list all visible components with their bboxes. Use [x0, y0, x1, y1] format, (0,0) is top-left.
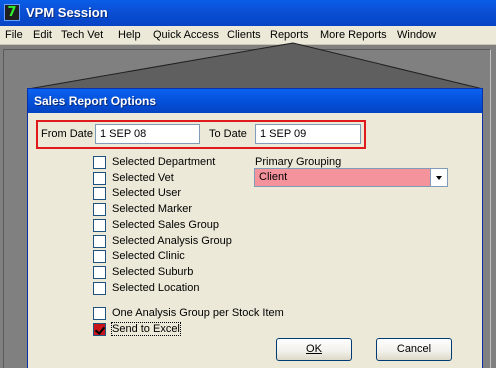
menu-help[interactable]: Help [118, 29, 141, 41]
menu-quick-access[interactable]: Quick Access [153, 29, 219, 41]
option-checkbox-row[interactable]: Selected Marker [93, 203, 243, 217]
dialog-body: From Date 1 SEP 08 To Date 1 SEP 09 Sele… [31, 113, 479, 368]
menu-clients[interactable]: Clients [227, 29, 261, 41]
send-to-excel-checkbox-row[interactable]: Send to Excel [93, 322, 233, 337]
option-checkbox-row[interactable]: Selected User [93, 187, 243, 201]
option-checkbox-row[interactable]: Selected Sales Group [93, 219, 243, 233]
option-checkbox-row[interactable]: Selected Suburb [93, 266, 243, 280]
option-label: Selected User [112, 187, 182, 199]
one-analysis-label: One Analysis Group per Stock Item [112, 307, 284, 319]
ok-label: OK [306, 343, 322, 355]
option-checkbox[interactable] [93, 250, 106, 263]
app-icon: 7 [4, 4, 20, 21]
chevron-down-icon [436, 175, 442, 180]
primary-grouping-label: Primary Grouping [255, 156, 342, 168]
menu-more-reports[interactable]: More Reports [320, 29, 387, 41]
option-checkbox[interactable] [93, 266, 106, 279]
dropdown-button[interactable] [430, 169, 447, 186]
cancel-button[interactable]: Cancel [376, 338, 452, 361]
ok-button[interactable]: OK [276, 338, 352, 361]
menu-reports[interactable]: Reports [270, 29, 309, 41]
option-checkbox[interactable] [93, 282, 106, 295]
option-label: Selected Marker [112, 203, 193, 215]
option-checkbox[interactable] [93, 235, 106, 248]
send-to-excel-label: Send to Excel [111, 322, 181, 336]
primary-grouping-select[interactable]: Client [254, 168, 448, 187]
option-checkbox-row[interactable]: Selected Department [93, 156, 243, 170]
send-to-excel-checkbox[interactable] [93, 323, 106, 336]
option-checkbox-row[interactable]: Selected Vet [93, 172, 243, 186]
option-label: Selected Suburb [112, 266, 194, 278]
option-label: Selected Clinic [112, 250, 185, 262]
option-label: Selected Department [112, 156, 216, 168]
to-date-input[interactable]: 1 SEP 09 [255, 124, 361, 144]
one-analysis-checkbox[interactable] [93, 307, 106, 320]
option-label: Selected Sales Group [112, 219, 220, 231]
menu-file[interactable]: File [5, 29, 23, 41]
option-label: Selected Location [112, 282, 200, 294]
app-titlebar: 7 VPM Session [0, 0, 496, 26]
from-date-input[interactable]: 1 SEP 08 [95, 124, 200, 144]
menu-tech-vet[interactable]: Tech Vet [61, 29, 103, 41]
option-checkbox[interactable] [93, 156, 106, 169]
option-label: Selected Analysis Group [112, 235, 232, 247]
option-checkbox-row[interactable]: Selected Clinic [93, 250, 243, 264]
option-checkbox[interactable] [93, 187, 106, 200]
option-checkbox[interactable] [93, 203, 106, 216]
from-date-label: From Date [41, 128, 93, 140]
sales-report-options-dialog: Sales Report Options From Date 1 SEP 08 … [27, 88, 483, 368]
primary-grouping-value: Client [259, 171, 288, 183]
dialog-titlebar: Sales Report Options [28, 89, 482, 113]
option-checkbox-row[interactable]: Selected Analysis Group [93, 235, 243, 249]
menu-window[interactable]: Window [397, 29, 436, 41]
app-title: VPM Session [26, 5, 108, 20]
menubar: File Edit Tech Vet Help Quick Access Cli… [0, 26, 496, 45]
option-checkbox[interactable] [93, 172, 106, 185]
menu-edit[interactable]: Edit [33, 29, 52, 41]
option-checkbox[interactable] [93, 219, 106, 232]
option-label: Selected Vet [112, 172, 174, 184]
cancel-label: Cancel [396, 343, 432, 355]
option-checkbox-row[interactable]: Selected Location [93, 282, 243, 296]
to-date-label: To Date [209, 128, 247, 140]
one-analysis-checkbox-row[interactable]: One Analysis Group per Stock Item [93, 307, 293, 321]
dialog-title: Sales Report Options [34, 94, 157, 108]
